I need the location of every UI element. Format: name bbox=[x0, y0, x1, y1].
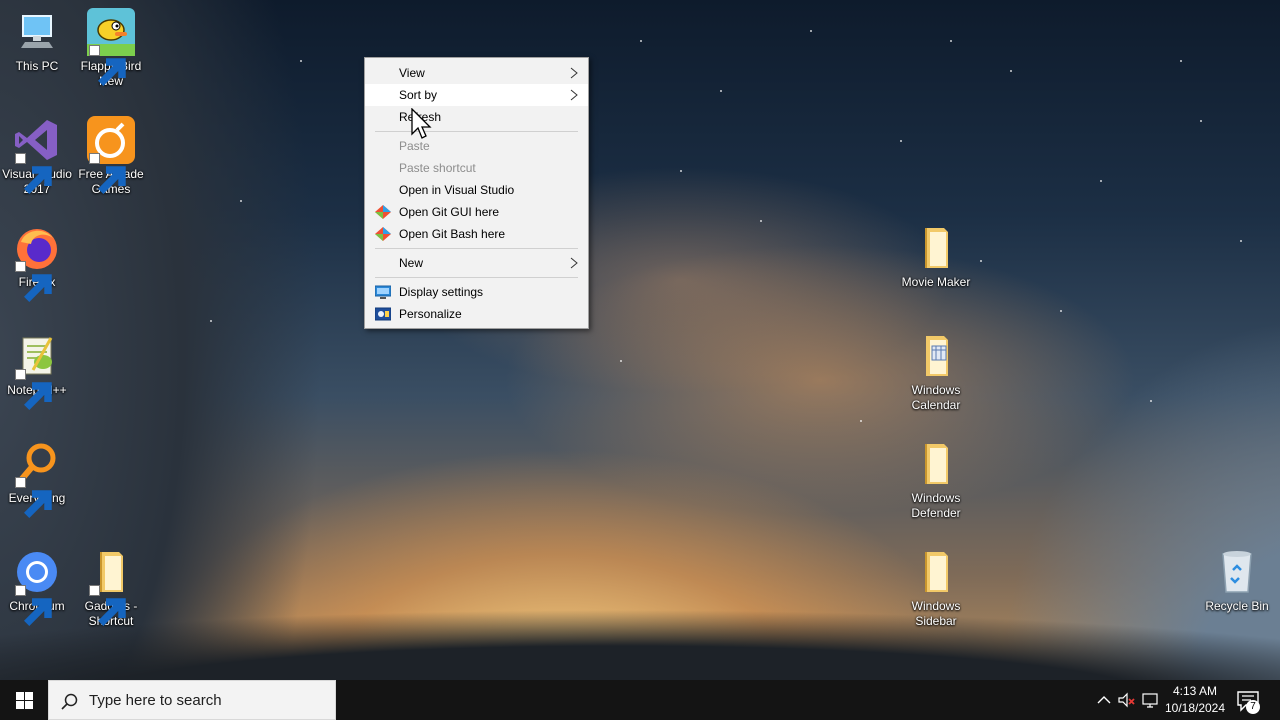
wallpaper-ground bbox=[0, 610, 1280, 680]
git-icon bbox=[375, 205, 391, 219]
menu-separator bbox=[375, 131, 578, 132]
notification-count-badge: 7 bbox=[1246, 700, 1260, 714]
chevron-right-icon bbox=[570, 67, 578, 79]
desktop-icon-recycle-bin[interactable]: Recycle Bin bbox=[1200, 548, 1274, 614]
menu-item-view[interactable]: View bbox=[365, 62, 588, 84]
desktop-icon-firefox[interactable]: Firefox bbox=[0, 224, 74, 302]
shortcut-arrow-icon bbox=[15, 585, 52, 626]
chromium-icon bbox=[13, 548, 61, 626]
git-icon bbox=[375, 227, 391, 241]
shortcut-arrow-icon bbox=[15, 477, 52, 518]
desktop-icon-flappy-bird[interactable]: Flappy Bird New bbox=[74, 8, 148, 89]
chevron-right-icon bbox=[570, 89, 578, 101]
menu-item-personalize[interactable]: Personalize bbox=[365, 303, 588, 325]
mouse-cursor-icon bbox=[411, 108, 432, 139]
flappy-bird-icon bbox=[87, 8, 135, 86]
display-icon bbox=[375, 285, 391, 299]
visual-studio-icon bbox=[13, 116, 61, 194]
menu-item-paste-shortcut[interactable]: Paste shortcut bbox=[365, 157, 588, 179]
search-placeholder: Type here to search bbox=[89, 692, 222, 709]
taskbar-search-box[interactable]: Type here to search bbox=[48, 680, 336, 720]
shortcut-arrow-icon bbox=[15, 153, 52, 194]
menu-item-paste[interactable]: Paste bbox=[365, 135, 588, 157]
desktop-icon-notepadpp[interactable]: Notepad++ bbox=[0, 332, 74, 410]
desktop-icon-chromium[interactable]: Chromium bbox=[0, 548, 74, 626]
clock-date: 10/18/2024 bbox=[1164, 701, 1226, 715]
desktop-icon-windows-calendar[interactable]: Windows Calendar bbox=[899, 332, 973, 413]
shortcut-arrow-icon bbox=[15, 369, 52, 410]
firefox-icon bbox=[13, 224, 61, 302]
volume-muted-icon[interactable] bbox=[1117, 690, 1137, 710]
desktop-icon-movie-maker[interactable]: Movie Maker bbox=[899, 224, 973, 290]
start-button[interactable] bbox=[0, 680, 48, 720]
arcade-icon bbox=[87, 116, 135, 194]
menu-separator bbox=[375, 277, 578, 278]
shortcut-arrow-icon bbox=[15, 261, 52, 302]
notepadpp-icon bbox=[13, 332, 61, 410]
chevron-right-icon bbox=[570, 257, 578, 269]
everything-search-icon bbox=[13, 440, 61, 518]
desktop-icon-windows-sidebar[interactable]: Windows Sidebar bbox=[899, 548, 973, 629]
clock-time: 4:13 AM bbox=[1172, 684, 1218, 698]
folder-icon bbox=[87, 548, 135, 626]
desktop-icon-visual-studio[interactable]: Visual Studio 2017 bbox=[0, 116, 74, 197]
desktop-icon-everything[interactable]: Everything bbox=[0, 440, 74, 518]
recycle-bin-icon bbox=[1213, 548, 1261, 596]
menu-item-sort-by[interactable]: Sort by bbox=[365, 84, 588, 106]
desktop-icon-free-arcade-games[interactable]: Free Arcade Games bbox=[74, 116, 148, 197]
menu-item-new[interactable]: New bbox=[365, 252, 588, 274]
folder-icon bbox=[912, 440, 960, 488]
shortcut-arrow-icon bbox=[89, 45, 126, 86]
desktop-icon-this-pc[interactable]: This PC bbox=[0, 8, 74, 74]
desktop-icon-gadgets-shortcut[interactable]: Gadgets - Shortcut bbox=[74, 548, 148, 629]
menu-item-open-in-visual-studio[interactable]: Open in Visual Studio bbox=[365, 179, 588, 201]
menu-item-open-git-bash[interactable]: Open Git Bash here bbox=[365, 223, 588, 245]
windows-logo-icon bbox=[16, 692, 33, 709]
folder-icon bbox=[912, 332, 960, 380]
computer-icon bbox=[13, 8, 61, 56]
search-icon bbox=[61, 693, 78, 710]
desktop-context-menu: View Sort by Refresh Paste Paste shortcu… bbox=[364, 57, 589, 329]
desktop-icon-windows-defender[interactable]: Windows Defender bbox=[899, 440, 973, 521]
menu-item-display-settings[interactable]: Display settings bbox=[365, 281, 588, 303]
chevron-up-icon[interactable] bbox=[1094, 690, 1114, 710]
menu-item-open-git-gui[interactable]: Open Git GUI here bbox=[365, 201, 588, 223]
menu-separator bbox=[375, 248, 578, 249]
personalize-icon bbox=[375, 307, 391, 321]
shortcut-arrow-icon bbox=[89, 585, 126, 626]
menu-item-refresh[interactable]: Refresh bbox=[365, 106, 588, 128]
shortcut-arrow-icon bbox=[89, 153, 126, 194]
folder-icon bbox=[912, 224, 960, 272]
taskbar: Type here to search 4:13 AM 10/18/2024 7 bbox=[0, 680, 1280, 720]
folder-icon bbox=[912, 548, 960, 596]
taskbar-clock[interactable]: 4:13 AM 10/18/2024 bbox=[1158, 683, 1232, 717]
